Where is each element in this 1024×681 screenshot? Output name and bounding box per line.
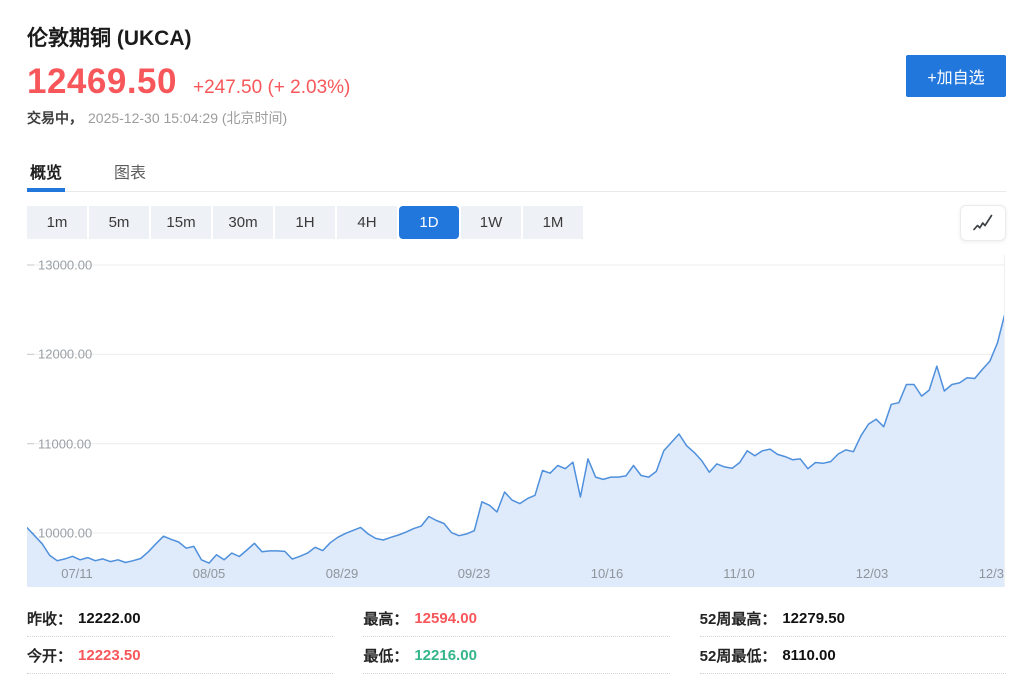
stat-column: 最高： 12594.00 最低： 12216.00	[363, 600, 669, 674]
tab-overview[interactable]: 概览	[27, 157, 65, 191]
page-title: 伦敦期铜 (UKCA)	[27, 22, 191, 52]
stat-value: 12594.00	[414, 610, 477, 627]
y-axis-label: 13000.00	[38, 258, 92, 273]
price-change: +247.50 (+ 2.03%)	[193, 77, 350, 99]
stat-label: 昨收：	[27, 608, 72, 629]
x-axis-label: 08/29	[326, 566, 359, 581]
stat-label: 52周最低：	[700, 645, 777, 666]
x-axis-label: 07/11	[61, 566, 93, 581]
x-axis-label: 09/23	[458, 566, 491, 581]
stat-row-low-52w: 52周最低： 8110.00	[700, 637, 1006, 674]
interval-1h[interactable]: 1H	[275, 206, 335, 239]
interval-30m[interactable]: 30m	[213, 206, 273, 239]
price-block: 12469.50 +247.50 (+ 2.03%)	[27, 62, 350, 102]
interval-1M[interactable]: 1M	[523, 206, 583, 239]
interval-1m[interactable]: 1m	[27, 206, 87, 239]
interval-15m[interactable]: 15m	[151, 206, 211, 239]
stat-label: 最低：	[363, 645, 408, 666]
stat-label: 最高：	[363, 608, 408, 629]
price-chart[interactable]: 13000.00 12000.00 11000.00 10000.00 07/11 08/…	[27, 255, 1005, 587]
stat-column: 52周最高： 12279.50 52周最低： 8110.00	[700, 600, 1006, 674]
x-axis-label: 12/3	[979, 566, 1004, 581]
stat-row-high: 最高： 12594.00	[363, 600, 669, 637]
y-axis-label: 10000.00	[38, 526, 92, 541]
quote-page: 伦敦期铜 (UKCA) 12469.50 +247.50 (+ 2.03%) 交…	[27, 0, 1006, 681]
chart-type-button[interactable]	[960, 205, 1006, 241]
x-axis-label: 11/10	[723, 566, 755, 581]
stat-value: 12222.00	[78, 610, 141, 627]
interval-row: 1m5m15m30m1H4H1D1W1M	[27, 206, 1006, 242]
y-axis-label: 11000.00	[38, 436, 91, 451]
stat-row-low: 最低： 12216.00	[363, 637, 669, 674]
stat-value: 8110.00	[782, 647, 835, 664]
add-watchlist-button[interactable]: +加自选	[906, 55, 1006, 97]
quote-stats: 昨收： 12222.00 今开： 12223.50 最高： 12594.00 最低： 1221…	[27, 600, 1006, 674]
x-axis-label: 08/05	[193, 566, 226, 581]
stat-label: 52周最高：	[700, 608, 777, 629]
line-chart-icon	[970, 212, 996, 234]
y-axis-label: 12000.00	[38, 347, 92, 362]
x-axis-label: 10/16	[591, 566, 624, 581]
interval-1w[interactable]: 1W	[461, 206, 521, 239]
view-tabs: 概览 图表	[27, 157, 1006, 192]
last-price: 12469.50	[27, 62, 177, 102]
tab-chart[interactable]: 图表	[111, 157, 149, 191]
stat-value: 12279.50	[782, 610, 845, 627]
stat-row-prev-close: 昨收： 12222.00	[27, 600, 333, 637]
stat-value: 12223.50	[78, 647, 141, 664]
stat-value: 12216.00	[414, 647, 477, 664]
stat-row-open: 今开： 12223.50	[27, 637, 333, 674]
stat-column: 昨收： 12222.00 今开： 12223.50	[27, 600, 333, 674]
trading-status: 交易中，	[27, 108, 83, 128]
interval-4h[interactable]: 4H	[337, 206, 397, 239]
interval-selector: 1m5m15m30m1H4H1D1W1M	[27, 206, 1006, 239]
interval-5m[interactable]: 5m	[89, 206, 149, 239]
x-axis-label: 12/03	[856, 566, 889, 581]
stat-label: 今开：	[27, 645, 72, 666]
status-row: 交易中， 2025-12-30 15:04:29 (北京时间)	[27, 108, 287, 128]
interval-1d[interactable]: 1D	[399, 206, 459, 239]
stat-row-high-52w: 52周最高： 12279.50	[700, 600, 1006, 637]
quote-timestamp: 2025-12-30 15:04:29 (北京时间)	[88, 108, 287, 128]
